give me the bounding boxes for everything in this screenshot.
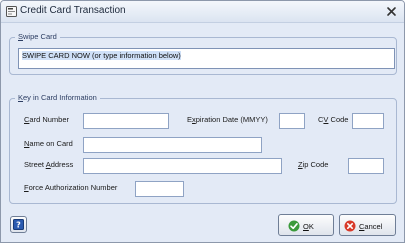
swipe-card-legend: Swipe Card: [15, 32, 60, 41]
swipe-card-input[interactable]: SWIPE CARD NOW (or type information belo…: [18, 48, 395, 69]
zip-code-field[interactable]: [348, 158, 384, 174]
cv-code-field[interactable]: [352, 113, 384, 129]
card-number-label: Card Number: [24, 115, 70, 124]
name-on-card-field[interactable]: [83, 137, 262, 153]
window-title: Credit Card Transaction: [20, 5, 126, 16]
expiration-date-label: Expiration Date (MMYY): [187, 115, 268, 124]
cv-code-label: CV Code: [318, 115, 349, 124]
cancel-circle-icon: [344, 220, 356, 232]
swipe-card-text: SWIPE CARD NOW (or type information belo…: [22, 51, 181, 60]
close-icon[interactable]: [385, 5, 398, 18]
card-number-field[interactable]: [83, 113, 169, 129]
card-terminal-icon: [6, 6, 17, 17]
help-icon: ?: [13, 219, 24, 230]
key-in-card-legend: Key in Card Information: [15, 93, 100, 102]
ok-label: OK: [303, 222, 314, 231]
credit-card-dialog: Credit Card Transaction Swipe Card SWIPE…: [0, 0, 405, 243]
street-address-field[interactable]: [83, 158, 282, 174]
help-button[interactable]: ?: [10, 216, 27, 233]
dialog-body: Swipe Card SWIPE CARD NOW (or type infor…: [1, 23, 404, 242]
title-bar[interactable]: Credit Card Transaction: [1, 1, 404, 23]
check-circle-icon: [288, 220, 300, 232]
cancel-label: Cancel: [359, 222, 383, 231]
force-authorization-label: Force Authorization Number: [24, 183, 118, 192]
key-in-card-group: Key in Card Information Card Number Expi…: [9, 93, 397, 204]
street-address-label: Street Address: [24, 160, 74, 169]
swipe-card-group: Swipe Card SWIPE CARD NOW (or type infor…: [9, 32, 397, 75]
name-on-card-label: Name on Card: [24, 139, 73, 148]
zip-code-label: Zip Code: [298, 160, 329, 169]
force-authorization-field[interactable]: [135, 181, 184, 197]
expiration-date-field[interactable]: [279, 113, 305, 129]
ok-button[interactable]: OK: [278, 214, 334, 236]
svg-text:?: ?: [16, 221, 21, 230]
cancel-button[interactable]: Cancel: [339, 214, 396, 236]
